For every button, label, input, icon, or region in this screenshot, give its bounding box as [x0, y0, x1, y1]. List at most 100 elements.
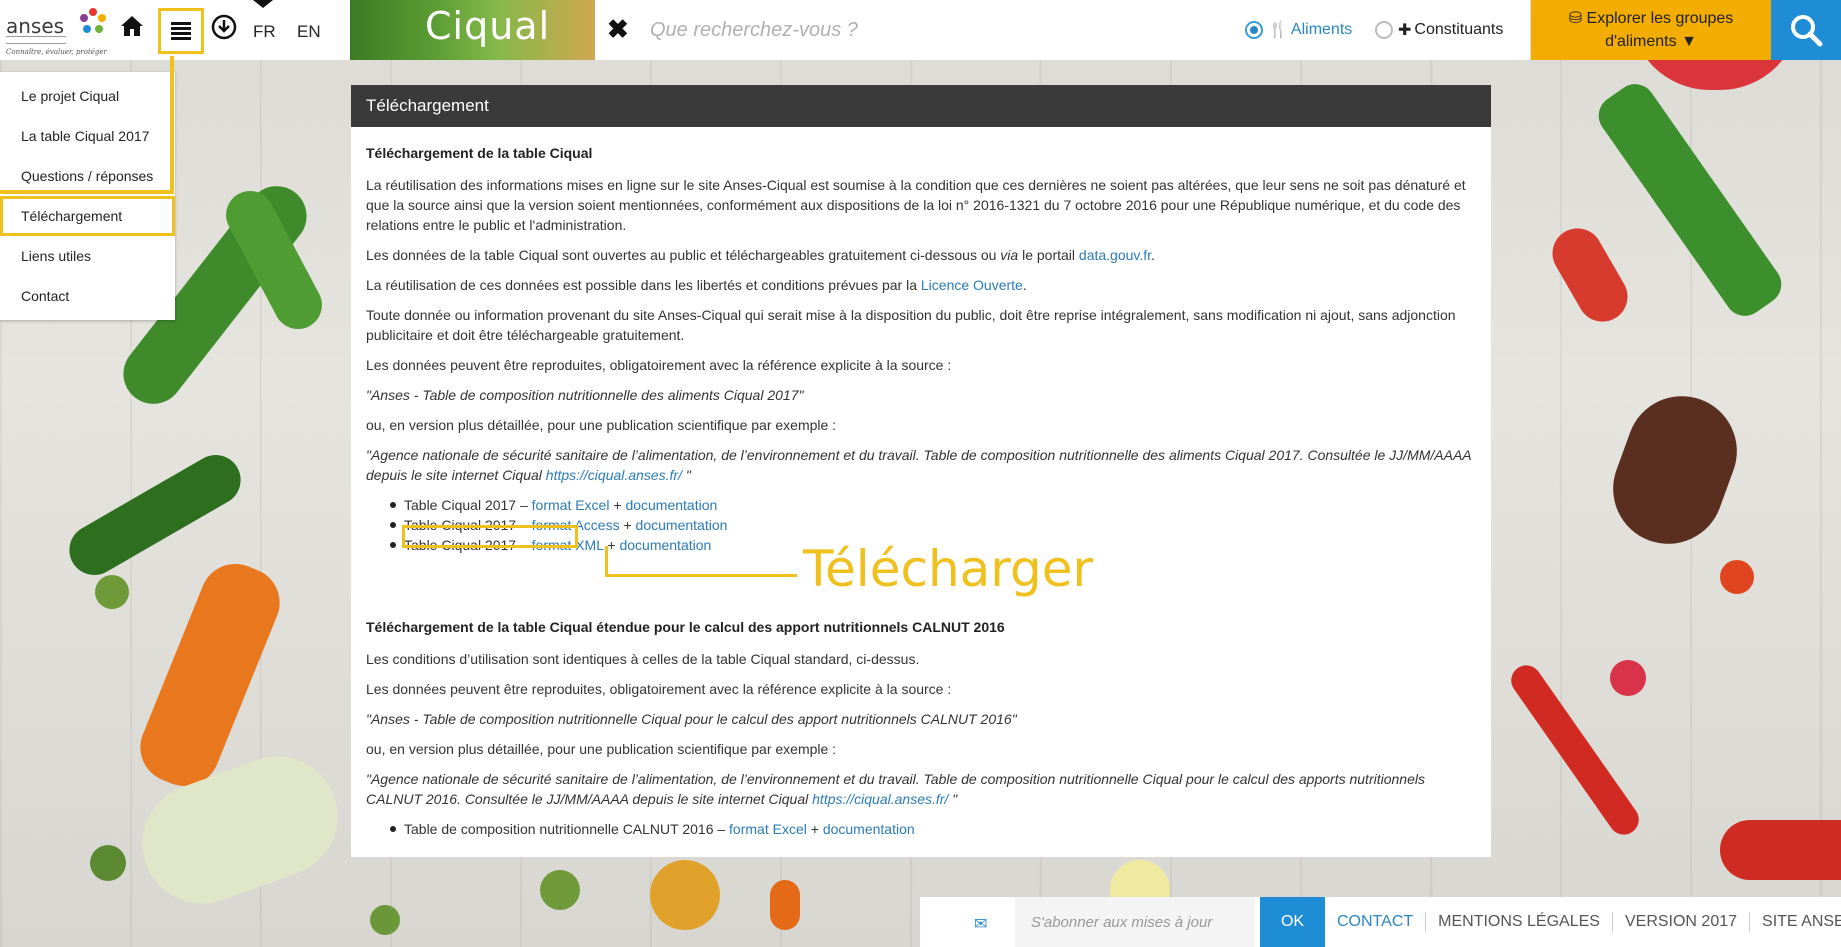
- paragraph-conditions: Les conditions d’utilisation sont identi…: [366, 651, 920, 667]
- quote-detailed: "Agence nationale de sécurité sanitaire …: [366, 445, 1476, 485]
- radio-aliments[interactable]: 🍴 Aliments: [1245, 20, 1352, 40]
- menu-item-projet[interactable]: Le projet Ciqual: [0, 76, 175, 116]
- footer-link-version[interactable]: VERSION 2017: [1611, 912, 1749, 932]
- explore-line2: d'aliments: [1605, 33, 1677, 50]
- app-title: Ciqual: [425, 4, 551, 48]
- data-gouv-link[interactable]: data.gouv.fr: [1079, 247, 1151, 263]
- sitemap-icon: ⛁: [1568, 10, 1583, 27]
- sprout-decoration: [95, 575, 129, 609]
- text: Table Ciqual 2017 –: [404, 497, 532, 513]
- logo-text: anses: [6, 14, 65, 38]
- logo-flower-icon: [80, 8, 106, 33]
- radio-constituants[interactable]: ✚ Constituants: [1375, 20, 1503, 40]
- calnut-download-list: Table de composition nutritionnelle CALN…: [390, 819, 1476, 839]
- section1-heading: Téléchargement de la table Ciqual: [366, 145, 593, 161]
- search-button[interactable]: [1771, 0, 1841, 60]
- search-bar: ✖ 🍴 Aliments ✚ Constituants: [595, 0, 1530, 60]
- list-item: Table de composition nutritionnelle CALN…: [390, 819, 1476, 839]
- tomato-decoration: [1720, 560, 1754, 594]
- calnut-doc-link[interactable]: documentation: [823, 821, 915, 837]
- text: Table de composition nutritionnelle CALN…: [404, 821, 730, 837]
- xml-doc-link[interactable]: documentation: [619, 537, 711, 553]
- radio-constituants-dot[interactable]: [1375, 21, 1393, 39]
- panel-title: Téléchargement: [351, 85, 1491, 127]
- explore-groups-button[interactable]: ⛁ Explorer les groupes d'aliments ▼: [1531, 0, 1771, 60]
- paragraph-reuse: La réutilisation des informations mises …: [366, 177, 1466, 233]
- ciqual-url-link[interactable]: https://ciqual.anses.fr/: [546, 467, 682, 483]
- download-icon[interactable]: [211, 14, 241, 44]
- text: Les données de la table Ciqual sont ouve…: [366, 247, 1001, 263]
- paragraph-open-data: Les données de la table Ciqual sont ouve…: [366, 245, 1476, 265]
- footer-link-mentions[interactable]: MENTIONS LÉGALES: [1425, 912, 1612, 932]
- search-input[interactable]: [650, 10, 1210, 50]
- paragraph-reference: Les données peuvent être reproduites, ob…: [366, 357, 952, 373]
- lang-fr-link[interactable]: FR: [253, 22, 276, 42]
- annotation-label: Télécharger: [803, 540, 1094, 598]
- tomatoes-decoration: [1720, 820, 1841, 880]
- subscribe-ok-button[interactable]: OK: [1260, 897, 1325, 947]
- footer-bar: ✉ OK CONTACT MENTIONS LÉGALES VERSION 20…: [920, 897, 1841, 947]
- highlight-connector: [170, 56, 174, 194]
- text: +: [619, 517, 636, 533]
- hamburger-menu-icon[interactable]: [158, 8, 204, 54]
- access-doc-link[interactable]: documentation: [636, 517, 728, 533]
- quote-calnut-detailed: "Agence nationale de sécurité sanitaire …: [366, 769, 1476, 809]
- text: .: [1151, 247, 1155, 263]
- footer-links: CONTACT MENTIONS LÉGALES VERSION 2017 SI…: [1325, 897, 1841, 947]
- tomato-decoration: [650, 860, 720, 930]
- subscribe-input[interactable]: [1015, 897, 1255, 947]
- paragraph-integrity: Toute donnée ou information provenant du…: [366, 307, 1456, 343]
- pepper-decoration: [60, 445, 250, 585]
- footer-link-contact[interactable]: CONTACT: [1325, 912, 1425, 932]
- text: via: [1000, 247, 1019, 263]
- footer-link-anses[interactable]: SITE ANSES: [1749, 912, 1841, 932]
- radish-decoration: [1610, 660, 1646, 696]
- quote-calnut-short: "Anses - Table de composition nutritionn…: [366, 711, 1017, 727]
- xml-highlight-box: [402, 525, 578, 548]
- sprout-decoration: [90, 845, 126, 881]
- pastry-decoration: [1597, 380, 1753, 560]
- quote-short: "Anses - Table de composition nutritionn…: [366, 387, 804, 403]
- text: +: [806, 821, 823, 837]
- excel-doc-link[interactable]: documentation: [625, 497, 717, 513]
- paragraph-license: La réutilisation de ces données est poss…: [366, 275, 1476, 295]
- content-panel: Téléchargement Téléchargement de la tabl…: [351, 85, 1491, 857]
- menu-item-liens[interactable]: Liens utiles: [0, 236, 175, 276]
- main-menu-dropdown: Le projet Ciqual La table Ciqual 2017 Qu…: [0, 72, 175, 320]
- menu-caret: [253, 0, 273, 8]
- ciqual-url-link-2[interactable]: https://ciqual.anses.fr/: [812, 791, 948, 807]
- radio-constituants-label: Constituants: [1414, 21, 1504, 38]
- top-header: Ciqual anses Connaître, évaluer, protége…: [0, 0, 1841, 60]
- text: ": [948, 791, 958, 807]
- close-icon[interactable]: ✖: [607, 14, 629, 45]
- paragraph-reference-2: Les données peuvent être reproduites, ob…: [366, 681, 952, 697]
- anses-logo[interactable]: anses Connaître, évaluer, protéger: [6, 4, 107, 56]
- caret-down-icon: ▼: [1681, 33, 1697, 50]
- licence-ouverte-link[interactable]: Licence Ouverte: [921, 277, 1023, 293]
- text: .: [1022, 277, 1027, 293]
- fork-knife-icon: 🍴: [1268, 22, 1288, 39]
- home-icon[interactable]: [120, 14, 150, 44]
- text: +: [609, 497, 626, 513]
- radio-aliments-dot[interactable]: [1245, 21, 1263, 39]
- sprout-decoration: [540, 870, 580, 910]
- annotation-connector: [605, 546, 608, 577]
- radio-aliments-label: Aliments: [1290, 21, 1353, 38]
- logo-tagline: Connaître, évaluer, protéger: [6, 48, 107, 56]
- lang-en-link[interactable]: EN: [297, 22, 321, 42]
- menu-item-contact[interactable]: Contact: [0, 276, 175, 316]
- menu-item-telechargement[interactable]: Téléchargement: [0, 196, 175, 236]
- puzzle-icon: ✚: [1398, 22, 1412, 39]
- jar-decoration: [1543, 219, 1637, 331]
- text: ": [681, 467, 691, 483]
- annotation-connector: [605, 574, 797, 577]
- text: "Agence nationale de sécurité sanitaire …: [366, 447, 1472, 483]
- logo-divider: [6, 36, 66, 44]
- paragraph-detailed-2: ou, en version plus détaillée, pour une …: [366, 741, 837, 757]
- search-icon: [1791, 15, 1823, 47]
- explore-line1: Explorer les groupes: [1586, 10, 1734, 27]
- excel-download-link[interactable]: format Excel: [532, 497, 610, 513]
- menu-item-table-2017[interactable]: La table Ciqual 2017: [0, 116, 175, 156]
- panel-body: Téléchargement de la table Ciqual La réu…: [351, 127, 1491, 861]
- calnut-excel-link[interactable]: format Excel: [729, 821, 807, 837]
